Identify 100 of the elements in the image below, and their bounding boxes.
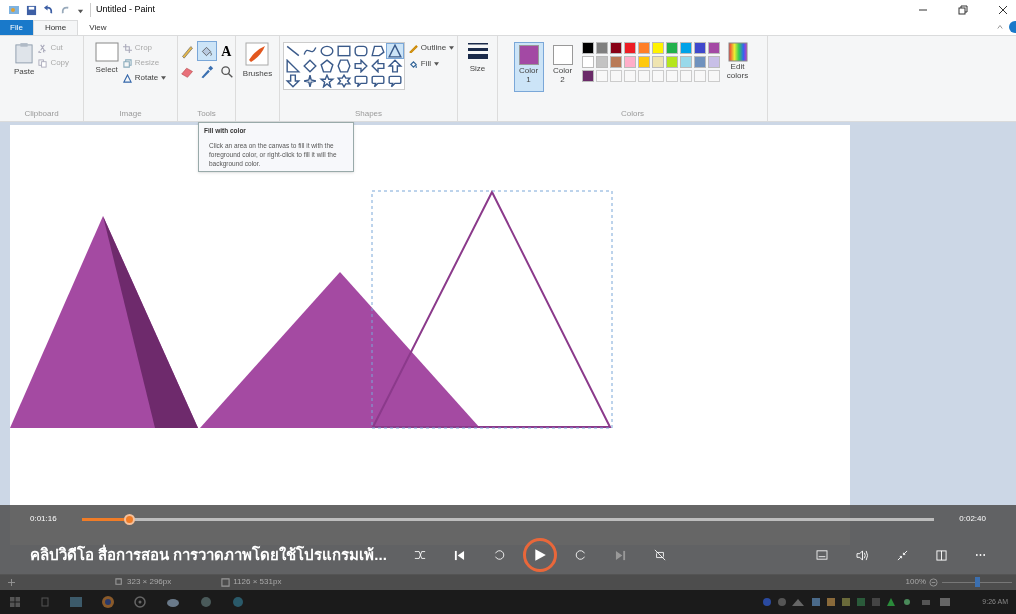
caret-icon [449, 46, 455, 50]
group-label: Shapes [354, 110, 383, 118]
palette-swatch[interactable] [665, 56, 678, 68]
shape-tool-icon[interactable] [284, 59, 301, 73]
palette-swatch[interactable] [693, 42, 706, 54]
clipboard-icon [15, 42, 34, 64]
palette-swatch[interactable] [609, 56, 622, 68]
scissors-icon [38, 43, 48, 53]
palette-swatch[interactable] [581, 56, 594, 68]
zoom-out-icon[interactable] [929, 577, 938, 587]
selection-icon [115, 577, 124, 587]
shape-tool-icon[interactable] [318, 44, 335, 58]
palette-swatch[interactable] [581, 42, 594, 54]
palette-swatch[interactable] [581, 70, 594, 82]
shape-tool-icon[interactable] [335, 59, 352, 73]
pencil-icon [408, 43, 418, 53]
shape-tool-icon[interactable] [386, 74, 403, 88]
palette-swatch[interactable] [665, 42, 678, 54]
size-button[interactable]: Size [467, 42, 488, 75]
palette-swatch[interactable] [623, 56, 636, 68]
zoom-thumb[interactable] [975, 577, 980, 587]
shape-tool-icon[interactable] [284, 44, 301, 58]
shape-tool-icon[interactable] [386, 44, 403, 58]
shape-tool-icon[interactable] [369, 74, 386, 88]
selection-icon [94, 42, 119, 62]
progress-thumb[interactable] [123, 513, 135, 525]
palette-swatch[interactable] [637, 42, 650, 54]
edit-colors-button[interactable]: Edit colors [723, 42, 752, 80]
rotate-button[interactable]: Rotate [122, 72, 167, 84]
shape-tool-icon[interactable] [318, 59, 335, 73]
select-button[interactable]: Select [94, 42, 119, 76]
outline-button[interactable]: Outline [408, 42, 455, 54]
palette-swatch[interactable] [707, 56, 720, 68]
previous-icon[interactable] [454, 549, 465, 561]
shape-tool-icon[interactable] [352, 59, 369, 73]
zoom-slider[interactable] [942, 576, 1012, 588]
shape-tool-icon[interactable] [301, 59, 318, 73]
windows-start-icon[interactable] [10, 597, 20, 607]
palette-swatch[interactable] [651, 42, 664, 54]
magnifier-icon [218, 63, 234, 79]
resize-icon [122, 58, 132, 68]
paint-app-icon [8, 4, 20, 16]
color-slot-button[interactable]: Color 1 [513, 42, 544, 92]
browser-icon[interactable] [102, 596, 114, 608]
color-slot-button[interactable]: Color 2 [547, 42, 578, 92]
shape-tool-icon[interactable] [318, 74, 335, 88]
redo-icon[interactable] [60, 4, 71, 16]
close-icon[interactable] [998, 5, 1008, 15]
palette-swatch[interactable] [679, 56, 692, 68]
shuffle-icon[interactable] [414, 549, 426, 561]
next-icon[interactable] [615, 549, 626, 561]
shape-tool-icon[interactable] [301, 44, 318, 58]
fill-button[interactable]: Fill [408, 58, 455, 70]
undo-icon[interactable] [43, 4, 54, 16]
shape-tool-icon[interactable] [386, 59, 403, 73]
line-width-icon [467, 42, 488, 60]
save-icon[interactable] [26, 4, 37, 16]
file-tab[interactable]: File [0, 20, 33, 35]
shape-tool-icon[interactable] [335, 74, 352, 88]
media-icon[interactable] [134, 596, 146, 608]
palette-swatch[interactable] [595, 42, 608, 54]
volume-icon[interactable] [856, 549, 869, 561]
palette-swatch[interactable] [651, 56, 664, 68]
palette-swatch[interactable] [707, 42, 720, 54]
ribbon-tab[interactable]: Home [32, 20, 79, 35]
shape-tool-icon[interactable] [301, 74, 318, 88]
shape-tool-icon[interactable] [335, 44, 352, 58]
cloud-icon[interactable] [166, 597, 180, 607]
fill-tool[interactable] [197, 42, 216, 60]
palette-swatch[interactable] [637, 56, 650, 68]
more-icon[interactable] [975, 553, 986, 557]
minimize-view-icon[interactable] [897, 549, 908, 561]
shape-tool-icon[interactable] [284, 74, 301, 88]
shape-tool-icon[interactable] [352, 44, 369, 58]
ribbon-tab[interactable]: View [78, 20, 118, 35]
group-label: Clipboard [24, 110, 59, 118]
caret-icon [434, 62, 440, 66]
restore-icon[interactable] [958, 5, 968, 15]
repeat-off-icon[interactable] [654, 549, 666, 561]
palette-swatch[interactable] [595, 56, 608, 68]
shape-tool-icon[interactable] [369, 59, 386, 73]
shape-tool-icon[interactable] [352, 74, 369, 88]
crop-icon [122, 43, 132, 53]
zoom-level: 100% [905, 576, 926, 588]
brushes-button[interactable]: Brushes [242, 42, 273, 80]
total-time: 0:02:40 [958, 513, 986, 525]
palette-swatch[interactable] [609, 42, 622, 54]
text-tool[interactable]: A [217, 42, 236, 60]
bucket-icon [408, 59, 418, 69]
shape-tool-icon[interactable] [369, 44, 386, 58]
palette-swatch[interactable] [623, 42, 636, 54]
palette-swatch[interactable] [693, 56, 706, 68]
group-label: Colors [620, 110, 645, 118]
rainbow-icon [727, 42, 748, 62]
selected-outlined-triangle[interactable] [371, 189, 613, 429]
mini-player-icon[interactable] [936, 549, 947, 561]
paste-button[interactable]: Paste [13, 42, 35, 78]
play-button[interactable] [523, 538, 557, 572]
captions-icon[interactable] [816, 550, 828, 560]
palette-swatch[interactable] [679, 42, 692, 54]
